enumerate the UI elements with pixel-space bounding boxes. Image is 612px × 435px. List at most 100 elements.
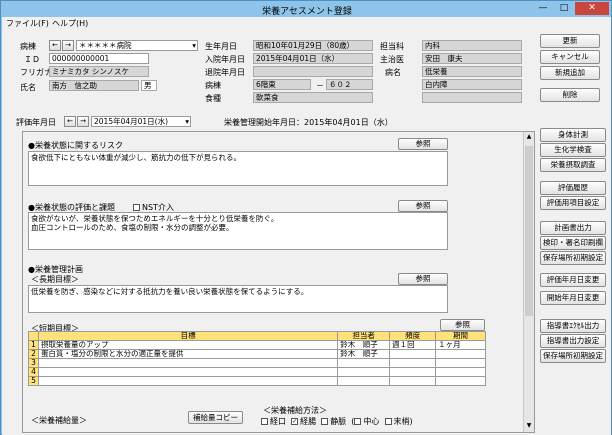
guide-excel-button[interactable]: 指導書ｴｸｾﾙ出力 [540, 319, 606, 333]
title-bar: 栄養アセスメント登録 — □ ✕ [1, 1, 611, 17]
cancel-button[interactable]: キャンセル [540, 50, 600, 64]
scroll-thumb[interactable] [525, 146, 533, 316]
freq-cell[interactable] [389, 358, 437, 368]
prev-ward-button[interactable]: ← [49, 40, 61, 51]
long-term-textarea[interactable]: 低栄養を防ぎ、感染などに対する抵抗力を養い良い栄養状態を保てるようにする。 [28, 285, 448, 313]
freq-cell[interactable] [389, 376, 437, 386]
start-date-change-button[interactable]: 開始年月日変更 [540, 291, 606, 305]
assess-textarea[interactable]: 食欲がないが、栄養状態を保つためエネルギーを十分とり低栄養を防ぐ。 血圧コントロー… [28, 212, 448, 250]
supply-label: ＜栄養補給量＞ [31, 416, 87, 425]
guide-output-button[interactable]: 指導書出力設定 [540, 334, 606, 348]
biochem-button[interactable]: 生化学検査 [540, 143, 606, 157]
discharge-label: 退院年月日 [205, 68, 245, 77]
freq-cell[interactable]: 週１回 [389, 340, 437, 350]
method-peripheral-box[interactable] [384, 418, 392, 425]
new-button[interactable]: 新規追加 [540, 66, 600, 80]
goal-cell[interactable]: 蛋白質・塩分の制限と水分の適正量を提供 [37, 349, 339, 359]
goal-cell[interactable] [37, 367, 339, 377]
staff-cell[interactable]: 鈴木 順子 [337, 349, 391, 359]
scroll-up-icon[interactable]: ▲ [525, 133, 533, 141]
disease-field-1: 低栄養 [422, 66, 522, 77]
period-cell[interactable] [435, 376, 486, 386]
assessment-scroll-area[interactable]: ●栄養状態に関するリスク 参照 食欲低下にともない体重が減少し、筋抗力の低下が見… [22, 131, 535, 433]
dept-label: 担当科 [380, 42, 404, 51]
menu-file[interactable]: ファイル(F) [6, 18, 49, 29]
save-location-2-button[interactable]: 保存場所初期設定 [540, 349, 606, 363]
disease-field-2: 白内障 [422, 79, 522, 90]
method-oral-box[interactable] [261, 418, 268, 425]
long-ref-button[interactable]: 参照 [398, 273, 448, 285]
method-central-box[interactable] [354, 418, 362, 425]
method-enteral-box[interactable]: ✓ [291, 418, 299, 425]
start-date-text: 栄養管理開始年月日：2015年04月01日（水） [224, 118, 393, 127]
table-row[interactable]: 1 摂取栄養量のアップ 鈴木 順子 週１回 １ヶ月 [28, 340, 486, 350]
period-cell[interactable] [435, 367, 486, 377]
update-button[interactable]: 更新 [540, 34, 600, 48]
table-row[interactable]: 3 [28, 358, 486, 368]
table-row[interactable]: 5 [28, 376, 486, 386]
method-central-label: 中心 [363, 417, 380, 426]
id-field[interactable]: 000000000001 [49, 53, 149, 64]
period-cell[interactable] [435, 358, 486, 368]
prev-date-button[interactable]: ← [64, 116, 76, 127]
method-enteral[interactable]: ✓ 経腸 [291, 417, 316, 426]
staff-cell[interactable] [337, 358, 391, 368]
save-location-button[interactable]: 保存場所初期設定 [540, 251, 606, 265]
freq-cell[interactable] [389, 367, 437, 377]
menu-help[interactable]: ヘルプ(H) [52, 18, 88, 29]
table-row[interactable]: 4 [28, 367, 486, 377]
room-separator: － [316, 81, 324, 90]
maximize-icon[interactable]: □ [554, 2, 574, 15]
method-central[interactable]: 中心 [354, 417, 379, 426]
staff-cell[interactable] [337, 367, 391, 377]
goal-cell[interactable] [37, 358, 339, 368]
eval-date-select[interactable]: 2015年04月01日(水) ▾ [91, 116, 191, 127]
risk-textarea[interactable]: 食欲低下にともない体重が減少し、筋抗力の低下が見られる。 [28, 151, 448, 186]
freq-cell[interactable] [389, 349, 437, 359]
method-label: ＜栄養補給方法＞ [263, 406, 327, 415]
diet-field: 軟菜食 [253, 92, 373, 103]
method-iv[interactable]: 静脈 [321, 417, 346, 426]
table-row[interactable]: 2 蛋白質・塩分の制限と水分の適正量を提供 鈴木 順子 [28, 349, 486, 359]
kana-field: ミナミカタ シンノスケ [49, 66, 149, 77]
short-ref-button[interactable]: 参照 [440, 319, 485, 331]
staff-cell[interactable] [337, 376, 391, 386]
method-iv-box[interactable] [321, 418, 329, 425]
print-sign-button[interactable]: 検印・署名印刷欄 [540, 236, 606, 250]
assess-ref-button[interactable]: 参照 [398, 200, 448, 212]
row-number: 5 [28, 376, 39, 386]
assess-text-1: 食欲がないが、栄養状態を保つためエネルギーを十分とり低栄養を防ぐ。 [31, 214, 279, 223]
ward-select[interactable]: ＊＊＊＊＊病院 ▾ [76, 40, 198, 51]
body-measure-button[interactable]: 身体計測 [540, 128, 606, 142]
ward2-label: 病棟 [205, 81, 221, 90]
goal-cell[interactable]: 摂取栄養量のアップ [37, 340, 339, 350]
goal-cell[interactable] [37, 376, 339, 386]
next-date-button[interactable]: → [77, 116, 89, 127]
name-label: 氏名 [20, 83, 36, 92]
eval-history-button[interactable]: 評価履歴 [540, 181, 606, 195]
supply-copy-button[interactable]: 補給量コピー [188, 411, 243, 424]
eval-date-value: 2015年04月01日(水) [94, 117, 169, 126]
close-icon[interactable]: ✕ [575, 2, 609, 15]
vertical-scrollbar[interactable]: ▲ ▼ [523, 132, 534, 432]
staff-cell[interactable]: 鈴木 順子 [337, 340, 391, 350]
risk-ref-button[interactable]: 参照 [398, 138, 448, 150]
sex-field: 男 [141, 80, 157, 91]
period-cell[interactable]: １ヶ月 [435, 340, 486, 350]
eval-items-button[interactable]: 評価用項目設定 [540, 196, 606, 210]
discharge-field [253, 66, 373, 77]
plan-print-button[interactable]: 計画書出力 [540, 221, 606, 235]
delete-button[interactable]: 削除 [540, 88, 600, 102]
nst-check-box[interactable] [133, 204, 140, 211]
method-oral-label: 経口 [270, 417, 286, 426]
eval-date-change-button[interactable]: 評価年月日変更 [540, 273, 606, 287]
method-peripheral[interactable]: 末梢 [384, 417, 410, 426]
intake-survey-button[interactable]: 栄養摂取調査 [540, 158, 606, 172]
doctor-field: 安田 康夫 [422, 53, 522, 64]
scroll-down-icon[interactable]: ▼ [525, 422, 533, 430]
method-oral[interactable]: 経口 [261, 417, 286, 426]
period-cell[interactable] [435, 349, 486, 359]
minimize-icon[interactable]: — [533, 2, 553, 15]
next-ward-button[interactable]: → [62, 40, 74, 51]
method-options: 経口 ✓ 経腸 静脈 (中心 末梢) [261, 416, 413, 427]
